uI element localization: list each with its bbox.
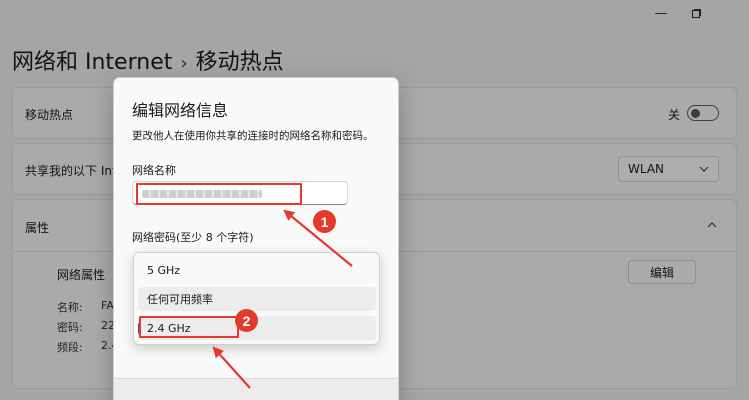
annotation-arrows	[212, 209, 353, 389]
arrow-2	[212, 346, 251, 389]
annotation-badge-1: 1	[313, 210, 336, 233]
annotation-badge-2: 2	[235, 309, 258, 332]
